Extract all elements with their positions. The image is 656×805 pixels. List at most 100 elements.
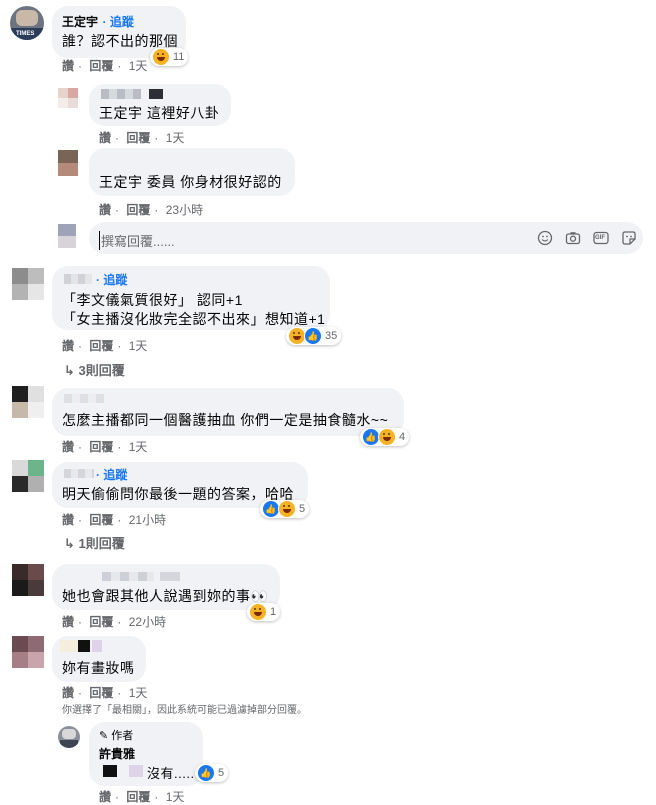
comment-actions: 讚 · 回覆 · 1天 xyxy=(62,686,148,700)
view-replies-link[interactable]: ↳ 1則回覆 xyxy=(64,533,125,552)
like-button[interactable]: 讚 xyxy=(62,686,74,700)
avatar-caption: TIMES xyxy=(16,31,35,37)
like-button[interactable]: 讚 xyxy=(62,339,74,353)
reaction-summary[interactable]: 👍 5 xyxy=(260,500,310,518)
redacted-name xyxy=(64,469,94,478)
like-button[interactable]: 讚 xyxy=(62,59,74,73)
reply-button[interactable]: 回覆 xyxy=(126,131,150,145)
timestamp[interactable]: 22小時 xyxy=(129,615,166,629)
avatar[interactable] xyxy=(12,636,44,668)
reaction-summary[interactable]: 👍 5 xyxy=(195,764,229,782)
comment-actions: 讚 · 回覆 · 1天 xyxy=(62,339,148,353)
comment-actions: 讚 · 回覆 · 23小時 xyxy=(99,203,204,217)
comment-actions: 讚 · 回覆 · 1天 xyxy=(99,131,185,145)
reply-input[interactable]: 撰寫回覆...... xyxy=(99,231,175,250)
haha-reaction-icon xyxy=(278,500,296,518)
timestamp[interactable]: 1天 xyxy=(129,59,148,73)
reply-button[interactable]: 回覆 xyxy=(89,440,113,454)
avatar[interactable] xyxy=(12,268,44,300)
follow-link[interactable]: 追蹤 xyxy=(110,15,134,29)
like-button[interactable]: 讚 xyxy=(99,203,111,217)
like-button[interactable]: 讚 xyxy=(62,440,74,454)
like-button[interactable]: 讚 xyxy=(62,513,74,527)
avatar[interactable] xyxy=(58,726,80,748)
follow-link[interactable]: 追蹤 xyxy=(103,468,127,482)
avatar[interactable]: TIMES xyxy=(10,6,44,40)
haha-reaction-icon xyxy=(152,48,170,66)
timestamp[interactable]: 1天 xyxy=(129,686,148,700)
reply-arrow-icon: ↳ xyxy=(64,363,75,378)
timestamp[interactable]: 1天 xyxy=(129,440,148,454)
timestamp[interactable]: 1天 xyxy=(166,790,185,804)
comment-text: 這裡好八卦 xyxy=(146,105,220,121)
reply-button[interactable]: 回覆 xyxy=(89,59,113,73)
pencil-icon: ✎ xyxy=(99,730,109,742)
haha-reaction-icon xyxy=(249,603,267,621)
follow-link[interactable]: 追蹤 xyxy=(103,273,127,287)
view-replies-link[interactable]: ↳ 3則回覆 xyxy=(64,360,125,379)
avatar xyxy=(58,224,76,248)
comment-text: 她也會跟其他人說遇到妳的事👀 xyxy=(62,588,269,604)
comment-text: 沒有..... xyxy=(147,766,195,781)
comment-bubble: · 追蹤 「李文儀氣質很好」 認同+1 「女主播沒化妝完全認不出來」想知道+1 xyxy=(52,266,330,330)
avatar[interactable] xyxy=(12,460,44,492)
haha-reaction-icon xyxy=(378,428,396,446)
redacted-name xyxy=(92,640,102,652)
comment-text: 「李文儀氣質很好」 認同+1 xyxy=(62,292,243,308)
comment-bubble: 王定宇 委員 你身材很好認的 xyxy=(89,148,295,196)
like-button[interactable]: 讚 xyxy=(62,615,74,629)
comment-actions: 讚 · 回覆 · 1天 xyxy=(99,790,185,804)
gif-icon[interactable]: GIF xyxy=(593,230,609,246)
comment-author[interactable]: 王定宇 xyxy=(62,15,98,29)
redacted-name xyxy=(160,572,180,581)
redacted-name xyxy=(78,640,90,652)
comment-text: 明天偷偷問你最後一題的答案，哈哈 xyxy=(62,486,294,502)
redacted-name xyxy=(64,394,104,403)
reply-button[interactable]: 回覆 xyxy=(126,203,150,217)
emoji-icon[interactable] xyxy=(537,230,553,246)
reaction-summary[interactable]: 1 xyxy=(247,603,281,621)
redacted-name xyxy=(102,572,154,581)
comment-actions: 讚 · 回覆 · 22小時 xyxy=(62,615,167,629)
reply-button[interactable]: 回覆 xyxy=(89,615,113,629)
avatar[interactable] xyxy=(12,386,44,418)
camera-icon[interactable] xyxy=(565,230,581,246)
sticker-icon[interactable] xyxy=(621,230,637,246)
avatar[interactable] xyxy=(58,88,78,108)
comment-text: 怎麼主播都同一個醫護抽血 你們一定是抽食髓水~~ xyxy=(62,412,389,428)
redacted-name xyxy=(149,89,163,99)
reaction-summary[interactable]: 👍 4 xyxy=(360,428,410,446)
comment-actions: 讚 · 回覆 · 1天 xyxy=(62,59,148,73)
like-button[interactable]: 讚 xyxy=(99,790,111,804)
comment-bubble: 怎麼主播都同一個醫護抽血 你們一定是抽食髓水~~ xyxy=(52,388,404,436)
timestamp[interactable]: 1天 xyxy=(129,339,148,353)
redacted-name xyxy=(101,89,141,99)
reaction-summary[interactable]: 👍 35 xyxy=(286,327,342,345)
timestamp[interactable]: 23小時 xyxy=(166,203,203,217)
comment-bubble: 她也會跟其他人說遇到妳的事👀 xyxy=(52,564,280,610)
mention-link[interactable]: 王定宇 xyxy=(99,105,143,121)
timestamp[interactable]: 21小時 xyxy=(129,513,166,527)
comment-text: 你身材很好認的 xyxy=(180,174,282,190)
comment-actions: 讚 · 回覆 · 21小時 xyxy=(62,513,167,527)
avatar[interactable] xyxy=(12,564,44,596)
redacted-name xyxy=(129,765,143,777)
reply-button[interactable]: 回覆 xyxy=(126,790,150,804)
mention-link[interactable]: 王定宇 委員 xyxy=(99,174,176,190)
reply-arrow-icon: ↳ xyxy=(64,536,75,551)
avatar[interactable] xyxy=(58,150,78,176)
filter-notice: 你選擇了「最相關」，因此系統可能已過濾掉部分回覆。 xyxy=(62,705,307,716)
like-button[interactable]: 讚 xyxy=(99,131,111,145)
comment-text: 「女主播沒化妝完全認不出來」想知道+1 xyxy=(62,311,326,327)
timestamp[interactable]: 1天 xyxy=(166,131,185,145)
reply-input-box: 撰寫回覆...... GIF xyxy=(89,222,643,254)
reply-button[interactable]: 回覆 xyxy=(89,686,113,700)
comment-bubble: 妳有畫妝嗎 xyxy=(52,636,146,682)
reply-button[interactable]: 回覆 xyxy=(89,513,113,527)
reply-button[interactable]: 回覆 xyxy=(89,339,113,353)
redacted-name xyxy=(60,640,78,652)
author-badge: 作者 xyxy=(111,730,134,742)
reaction-summary[interactable]: 11 xyxy=(150,48,189,66)
redacted-name xyxy=(103,765,117,777)
comment-author[interactable]: 許貴雅 xyxy=(99,745,135,762)
